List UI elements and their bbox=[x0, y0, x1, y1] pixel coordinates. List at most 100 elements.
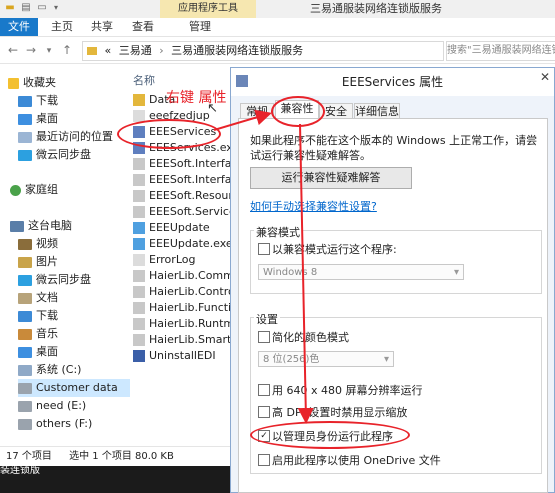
file-item[interactable]: HaierLib.Commo bbox=[133, 268, 241, 284]
nav-label: 微云同步盘 bbox=[36, 273, 91, 286]
file-icon bbox=[133, 318, 145, 330]
ribbon-context-label: 应用程序工具 bbox=[160, 0, 256, 18]
up-arrow-icon[interactable]: ↑ bbox=[60, 43, 74, 57]
file-icon bbox=[133, 206, 145, 218]
star-icon bbox=[8, 77, 19, 89]
file-icon bbox=[133, 158, 145, 170]
onedrive-label: 启用此程序以使用 OneDrive 文件 bbox=[272, 454, 441, 467]
nav-label: 下载 bbox=[36, 309, 58, 322]
nav-label: 音乐 bbox=[36, 327, 58, 340]
manual-compat-link[interactable]: 如何手动选择兼容性设置? bbox=[250, 198, 377, 214]
nav-recent[interactable]: 最近访问的位置 bbox=[18, 128, 113, 146]
nav-label: 桌面 bbox=[36, 345, 58, 358]
reduced-color-checkbox[interactable] bbox=[258, 331, 270, 343]
folder-icon bbox=[133, 94, 145, 106]
desktop-icon bbox=[18, 346, 32, 358]
nav-downloads-pc[interactable]: 下载 bbox=[18, 307, 58, 325]
file-item[interactable]: HaierLib.Function bbox=[133, 300, 245, 316]
file-icon bbox=[133, 270, 145, 282]
run-troubleshooter-button[interactable]: 运行兼容性疑难解答 bbox=[250, 167, 412, 189]
nav-weiyun-pc[interactable]: 微云同步盘 bbox=[18, 271, 91, 289]
close-icon[interactable]: ✕ bbox=[540, 70, 550, 84]
nav-drive-c[interactable]: 系统 (C:) bbox=[18, 361, 81, 379]
quick-access-dropdown-icon[interactable]: ▾ bbox=[50, 2, 62, 14]
breadcrumb-service-folder[interactable]: 三易通服装网络连锁版服务 bbox=[171, 44, 303, 57]
nav-desktop[interactable]: 桌面 bbox=[18, 110, 58, 128]
nav-label: 视频 bbox=[36, 237, 58, 250]
nav-pictures[interactable]: 图片 bbox=[18, 253, 58, 271]
file-icon bbox=[133, 174, 145, 186]
tab-share[interactable]: 共享 bbox=[84, 18, 120, 36]
color-depth-select[interactable]: 8 位(256)色 ▾ bbox=[258, 351, 394, 367]
onedrive-checkbox[interactable] bbox=[258, 454, 270, 466]
new-folder-icon[interactable]: ▭ bbox=[36, 2, 48, 14]
back-arrow-icon[interactable]: ← bbox=[6, 43, 20, 57]
quick-access-properties-icon[interactable]: ▤ bbox=[20, 2, 32, 14]
color-depth-value: 8 位(256)色 bbox=[263, 354, 320, 365]
file-item[interactable]: ErrorLog bbox=[133, 252, 195, 268]
file-item[interactable]: EEEUpdate bbox=[133, 220, 210, 236]
resolution-640-checkbox[interactable] bbox=[258, 384, 270, 396]
nav-label: others (F:) bbox=[36, 417, 93, 430]
file-item[interactable]: UninstallEDI bbox=[133, 348, 216, 364]
nav-label: 桌面 bbox=[36, 112, 58, 125]
recent-dropdown-icon[interactable]: ▾ bbox=[42, 46, 56, 56]
forward-arrow-icon[interactable]: → bbox=[24, 43, 38, 57]
taskbar-item-label[interactable]: 装连锁版 bbox=[0, 466, 40, 476]
file-icon bbox=[133, 334, 145, 346]
high-dpi-checkbox[interactable] bbox=[258, 406, 270, 418]
documents-folder-icon bbox=[18, 292, 32, 304]
nav-this-pc[interactable]: 这台电脑 bbox=[10, 217, 72, 235]
nav-desktop-pc[interactable]: 桌面 bbox=[18, 343, 58, 361]
file-icon bbox=[133, 286, 145, 298]
file-item[interactable]: HaierLib.Smart.dl bbox=[133, 332, 245, 348]
tab-file[interactable]: 文件 bbox=[0, 18, 38, 36]
nav-drive-f[interactable]: others (F:) bbox=[18, 415, 92, 433]
nav-customer-data[interactable]: Customer data bbox=[18, 379, 130, 397]
nav-homegroup[interactable]: 家庭组 bbox=[10, 181, 58, 199]
nav-label: need (E:) bbox=[36, 399, 87, 412]
file-name: UninstallEDI bbox=[149, 349, 216, 362]
address-bar[interactable]: « 三易通 › 三易通服装网络连锁版服务 bbox=[82, 41, 444, 61]
file-icon bbox=[133, 238, 145, 250]
window-title: 三易通服装网络连锁版服务 bbox=[310, 2, 442, 15]
nav-downloads[interactable]: 下载 bbox=[18, 92, 58, 110]
nav-label: Customer data bbox=[36, 381, 118, 394]
file-item[interactable]: EEEUpdate.exe bbox=[133, 236, 233, 252]
recent-places-icon bbox=[18, 131, 32, 143]
file-icon bbox=[133, 254, 145, 266]
nav-favorites[interactable]: 收藏夹 bbox=[8, 74, 56, 92]
nav-label: 家庭组 bbox=[25, 183, 58, 196]
nav-videos[interactable]: 视频 bbox=[18, 235, 58, 253]
file-item[interactable]: HaierLib.Runtm.d bbox=[133, 316, 245, 332]
highlight-ellipse-run-as-admin bbox=[250, 421, 410, 449]
breadcrumb-separator-icon: › bbox=[159, 44, 164, 57]
file-item[interactable]: HaierLib.Controls bbox=[133, 284, 244, 300]
file-item[interactable]: EEESoft.Interface bbox=[133, 156, 244, 172]
nav-label: 文档 bbox=[36, 291, 58, 304]
file-item[interactable]: EEESoft.Interface bbox=[133, 172, 244, 188]
nav-label: 下载 bbox=[36, 94, 58, 107]
tab-home[interactable]: 主页 bbox=[44, 18, 80, 36]
compat-os-select[interactable]: Windows 8 ▾ bbox=[258, 264, 464, 280]
music-folder-icon bbox=[18, 328, 32, 340]
cloud-sync-icon bbox=[18, 149, 32, 161]
search-input[interactable]: 搜索"三易通服装网络连锁版服务" bbox=[446, 41, 555, 61]
column-header-name[interactable]: 名称 bbox=[133, 72, 155, 88]
file-icon bbox=[133, 222, 145, 234]
tab-view[interactable]: 查看 bbox=[125, 18, 161, 36]
nav-documents[interactable]: 文档 bbox=[18, 289, 58, 307]
folder-icon: ▬ bbox=[5, 2, 15, 13]
file-item[interactable]: EEESoft.Resource bbox=[133, 188, 246, 204]
tab-manage[interactable]: 管理 bbox=[176, 18, 224, 36]
nav-music[interactable]: 音乐 bbox=[18, 325, 58, 343]
pictures-folder-icon bbox=[18, 256, 32, 268]
file-icon bbox=[133, 190, 145, 202]
nav-weiyun[interactable]: 微云同步盘 bbox=[18, 146, 91, 164]
file-icon bbox=[133, 350, 145, 362]
resolution-640-label: 用 640 x 480 屏幕分辨率运行 bbox=[272, 384, 423, 397]
nav-drive-e[interactable]: need (E:) bbox=[18, 397, 86, 415]
breadcrumb-sanyitong[interactable]: 三易通 bbox=[119, 44, 152, 57]
compat-mode-checkbox[interactable] bbox=[258, 243, 270, 255]
chevron-down-icon: ▾ bbox=[383, 354, 389, 365]
